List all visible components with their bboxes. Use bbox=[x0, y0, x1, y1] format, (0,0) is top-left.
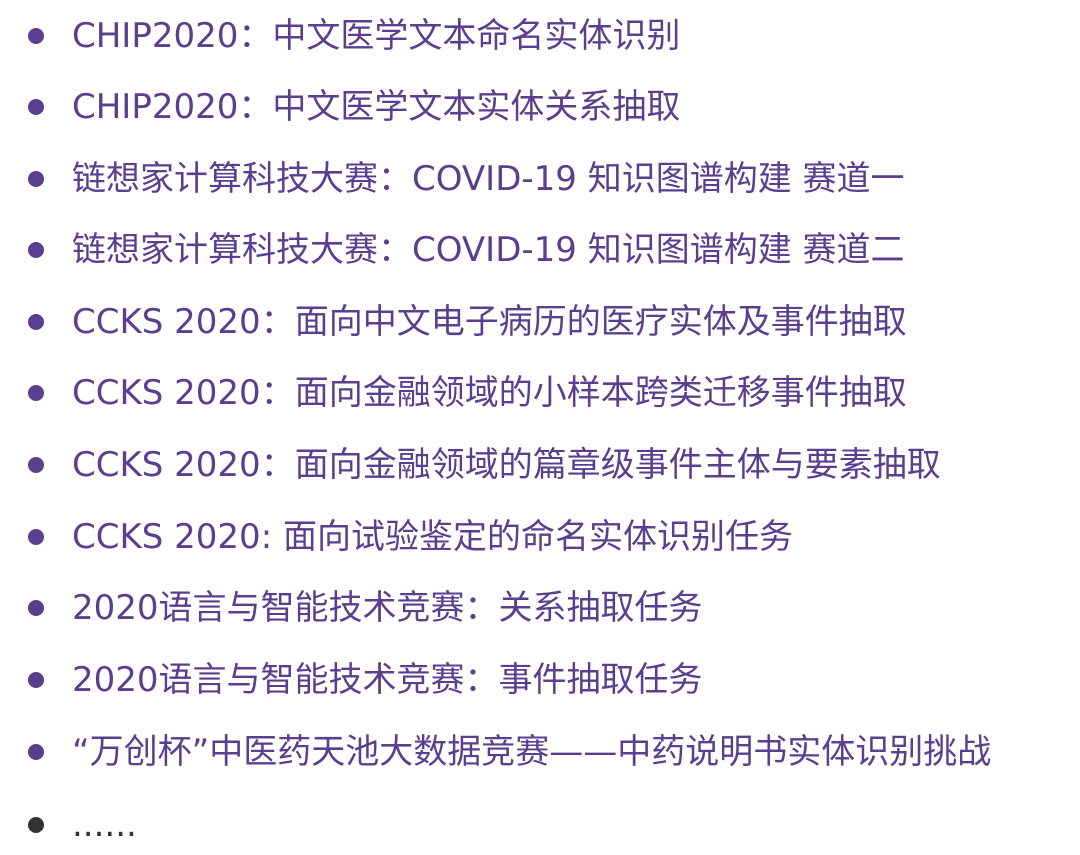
list-item: CCKS 2020: 面向试验鉴定的命名实体识别任务 bbox=[0, 507, 1080, 567]
list-item-ellipsis: ...... bbox=[0, 795, 1080, 855]
bullet-dot bbox=[28, 314, 44, 330]
list-item-label: 2020语言与智能技术竞赛：关系抽取任务 bbox=[72, 588, 703, 628]
list-item: CCKS 2020：面向金融领域的小样本跨类迁移事件抽取 bbox=[0, 363, 1080, 423]
list-item-label: 2020语言与智能技术竞赛：事件抽取任务 bbox=[72, 660, 703, 700]
list-item-label: CCKS 2020：面向金融领域的小样本跨类迁移事件抽取 bbox=[72, 373, 907, 413]
list-item-label: CCKS 2020: 面向试验鉴定的命名实体识别任务 bbox=[72, 517, 793, 557]
list-item-label: CCKS 2020：面向中文电子病历的医疗实体及事件抽取 bbox=[72, 302, 907, 342]
list-item-label: CHIP2020：中文医学文本命名实体识别 bbox=[72, 16, 681, 56]
list-item: 链想家计算科技大赛：COVID-19 知识图谱构建 赛道二 bbox=[0, 220, 1080, 280]
bullet-dot bbox=[28, 457, 44, 473]
bullet-dot bbox=[28, 385, 44, 401]
bullet-dot bbox=[28, 171, 44, 187]
list-item: CHIP2020：中文医学文本命名实体识别 bbox=[0, 6, 1080, 66]
list-item: 链想家计算科技大赛：COVID-19 知识图谱构建 赛道一 bbox=[0, 149, 1080, 209]
bullet-dot bbox=[28, 672, 44, 688]
list-item-label: 链想家计算科技大赛：COVID-19 知识图谱构建 赛道二 bbox=[72, 230, 905, 270]
list-item-label: CCKS 2020：面向金融领域的篇章级事件主体与要素抽取 bbox=[72, 445, 941, 485]
bullet-dot bbox=[28, 99, 44, 115]
bullet-dot bbox=[28, 28, 44, 44]
bullet-dot bbox=[28, 744, 44, 760]
list-item-label: CHIP2020：中文医学文本实体关系抽取 bbox=[72, 87, 681, 127]
list-item: “万创杯”中医药天池大数据竞赛——中药说明书实体识别挑战 bbox=[0, 722, 1080, 782]
list-item: CHIP2020：中文医学文本实体关系抽取 bbox=[0, 77, 1080, 137]
list-item: CCKS 2020：面向金融领域的篇章级事件主体与要素抽取 bbox=[0, 435, 1080, 495]
list-item-label: “万创杯”中医药天池大数据竞赛——中药说明书实体识别挑战 bbox=[72, 732, 992, 772]
list-item-label: 链想家计算科技大赛：COVID-19 知识图谱构建 赛道一 bbox=[72, 159, 905, 199]
bullet-dot bbox=[28, 529, 44, 545]
list-item: 2020语言与智能技术竞赛：事件抽取任务 bbox=[0, 650, 1080, 710]
list-item: 2020语言与智能技术竞赛：关系抽取任务 bbox=[0, 578, 1080, 638]
bullet-dot bbox=[28, 242, 44, 258]
bullet-dot bbox=[28, 817, 44, 833]
bullet-dot bbox=[28, 600, 44, 616]
list-item: CCKS 2020：面向中文电子病历的医疗实体及事件抽取 bbox=[0, 292, 1080, 352]
list-item-label: ...... bbox=[72, 805, 137, 845]
competition-list: CHIP2020：中文医学文本命名实体识别 CHIP2020：中文医学文本实体关… bbox=[0, 0, 1080, 850]
